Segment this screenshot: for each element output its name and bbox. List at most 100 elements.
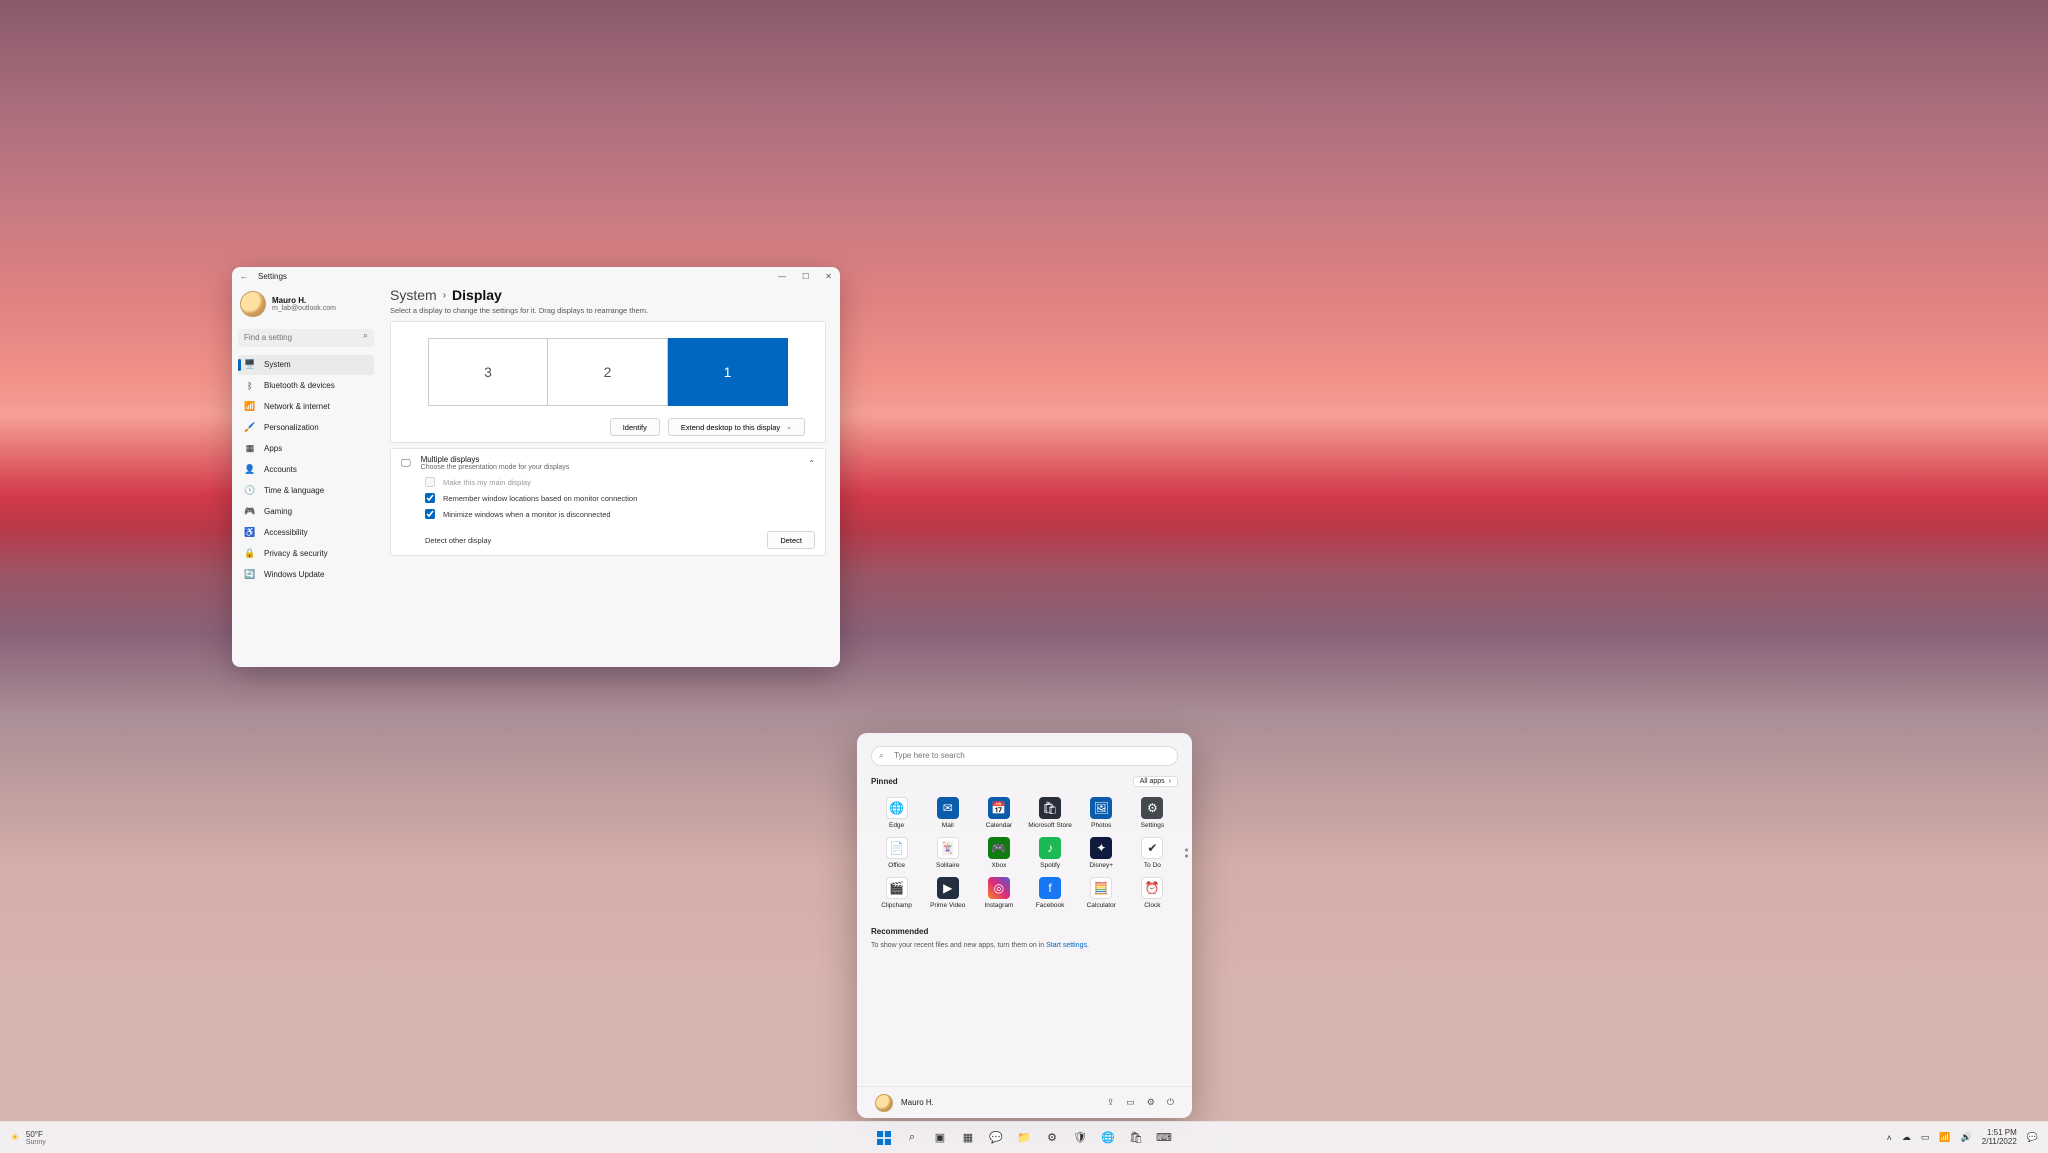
battery-icon[interactable]: ▭ [1921,1132,1930,1143]
tray-chevron-icon[interactable]: ˄ [1887,1133,1892,1143]
monitor-1[interactable]: 1 [668,338,788,406]
file-explorer-button[interactable]: 📁 [1013,1127,1035,1149]
titlebar: ← Settings — ☐ ✕ [232,267,840,285]
app-photos[interactable]: 🖼Photos [1076,795,1127,831]
app-solitaire[interactable]: 🃏Solitaire [922,835,973,871]
nav-label: Accounts [264,465,297,474]
back-button[interactable]: ← [240,272,250,281]
main-display-checkbox [425,477,435,487]
sidebar-item-time-language[interactable]: 🕓Time & language [238,481,374,501]
sidebar-item-network-internet[interactable]: 📶Network & internet [238,397,374,417]
app-office[interactable]: 📄Office [871,835,922,871]
remember-locations-row[interactable]: Remember window locations based on monit… [401,493,815,503]
start-button[interactable] [873,1127,895,1149]
sidebar-item-privacy-security[interactable]: 🔒Privacy & security [238,544,374,564]
recommended-header: Recommended [871,927,1178,936]
footer-username[interactable]: Mauro H. [901,1098,934,1107]
all-apps-button[interactable]: All apps› [1133,776,1178,787]
minimize-disconnect-checkbox[interactable] [425,509,435,519]
search-icon: ⌕ [879,750,884,761]
monitor-grid[interactable]: 321 [411,338,805,406]
volume-icon[interactable]: 🔊 [1961,1132,1972,1143]
sidebar-item-accessibility[interactable]: ♿Accessibility [238,523,374,543]
app-mail[interactable]: ✉Mail [922,795,973,831]
power-icon[interactable]: ⏻ [1167,1097,1174,1108]
sidebar-item-apps[interactable]: ▦Apps [238,439,374,459]
cast-icon[interactable]: ▭ [1126,1097,1135,1108]
extend-dropdown[interactable]: Extend desktop to this display⌄ [668,418,805,436]
monitor-2[interactable]: 2 [548,338,668,406]
start-settings-link[interactable]: Start settings [1046,942,1087,949]
chat-button[interactable]: 💬 [985,1127,1007,1149]
multiple-displays-card: 🖵 Multiple displays Choose the presentat… [390,448,826,556]
sidebar-item-accounts[interactable]: 👤Accounts [238,460,374,480]
minimize-button[interactable]: — [778,272,786,281]
main-display-checkbox-row: Make this my main display [401,477,815,487]
notifications-button[interactable]: 💬 [2027,1132,2038,1143]
widgets-button[interactable]: ▦ [957,1127,979,1149]
edge-taskbar-button[interactable]: 🌐 [1097,1127,1119,1149]
nav-label: Time & language [264,486,324,495]
app-calculator[interactable]: 🧮Calculator [1076,875,1127,911]
app-clipchamp[interactable]: 🎬Clipchamp [871,875,922,911]
card-header[interactable]: 🖵 Multiple displays Choose the presentat… [401,455,815,471]
app-label: Facebook [1036,902,1065,909]
sidebar-item-gaming[interactable]: 🎮Gaming [238,502,374,522]
avatar[interactable] [875,1094,893,1112]
app-disney-[interactable]: ✦Disney+ [1076,835,1127,871]
close-button[interactable]: ✕ [825,272,832,281]
network-icon[interactable]: 📶 [1939,1132,1950,1143]
security-button[interactable]: 🛡 [1069,1127,1091,1149]
app-edge[interactable]: 🌐Edge [871,795,922,831]
app-icon: ✔ [1141,837,1163,859]
app-settings[interactable]: ⚙Settings [1127,795,1178,831]
minimize-disconnect-row[interactable]: Minimize windows when a monitor is disco… [401,509,815,519]
weather-widget[interactable]: ☀ 50°F Sunny [10,1130,46,1146]
window-controls: — ☐ ✕ [778,272,832,281]
start-search: ⌕ [871,745,1178,766]
detect-button[interactable]: Detect [767,531,815,549]
identify-button[interactable]: Identify [610,418,660,436]
nav-label: Windows Update [264,570,324,579]
app-to-do[interactable]: ✔To Do [1127,835,1178,871]
app-microsoft-store[interactable]: 🛍Microsoft Store [1025,795,1076,831]
maximize-button[interactable]: ☐ [802,272,809,281]
app-icon: 🎮 [988,837,1010,859]
breadcrumb-root[interactable]: System [390,287,437,303]
monitor-3[interactable]: 3 [428,338,548,406]
store-taskbar-button[interactable]: 🛍 [1125,1127,1147,1149]
settings-icon[interactable]: ⚙ [1147,1097,1155,1108]
app-prime-video[interactable]: ▶Prime Video [922,875,973,911]
sidebar-item-windows-update[interactable]: 🔄Windows Update [238,565,374,585]
sidebar-nav: 🖥️SystemᛒBluetooth & devices📶Network & i… [238,355,374,585]
app-instagram[interactable]: ◎Instagram [973,875,1024,911]
terminal-button[interactable]: ⌨ [1153,1127,1175,1149]
settings-taskbar-button[interactable]: ⚙ [1041,1127,1063,1149]
pinned-header: Pinned All apps› [871,776,1178,787]
taskbar: ☀ 50°F Sunny ⌕ ▣ ▦ 💬 📁 ⚙ 🛡 🌐 🛍 ⌨ ˄ ☁ ▭ 📶… [0,1121,2048,1153]
app-xbox[interactable]: 🎮Xbox [973,835,1024,871]
app-label: Calendar [986,822,1012,829]
start-footer: Mauro H. ⇪ ▭ ⚙ ⏻ [857,1086,1192,1118]
remember-locations-checkbox[interactable] [425,493,435,503]
taskbar-clock[interactable]: 1:51 PM 2/11/2022 [1982,1129,2017,1147]
sidebar-item-personalization[interactable]: 🖌️Personalization [238,418,374,438]
chevron-up-icon[interactable]: ⌃ [808,459,815,468]
search-input[interactable] [238,329,374,347]
app-clock[interactable]: ⏰Clock [1127,875,1178,911]
app-calendar[interactable]: 📅Calendar [973,795,1024,831]
onedrive-icon[interactable]: ☁ [1902,1132,1911,1143]
app-icon: ✦ [1090,837,1112,859]
app-facebook[interactable]: fFacebook [1025,875,1076,911]
sidebar-item-bluetooth-devices[interactable]: ᛒBluetooth & devices [238,376,374,396]
app-label: Clock [1144,902,1160,909]
app-icon: ⚙ [1141,797,1163,819]
usb-icon[interactable]: ⇪ [1107,1097,1115,1108]
taskbar-search-button[interactable]: ⌕ [901,1127,923,1149]
profile[interactable]: Mauro H. m_lab@outlook.com [238,289,374,323]
app-spotify[interactable]: ♪Spotify [1025,835,1076,871]
task-view-button[interactable]: ▣ [929,1127,951,1149]
sidebar-item-system[interactable]: 🖥️System [238,355,374,375]
page-indicator[interactable] [1185,848,1188,857]
start-search-input[interactable] [871,746,1178,766]
